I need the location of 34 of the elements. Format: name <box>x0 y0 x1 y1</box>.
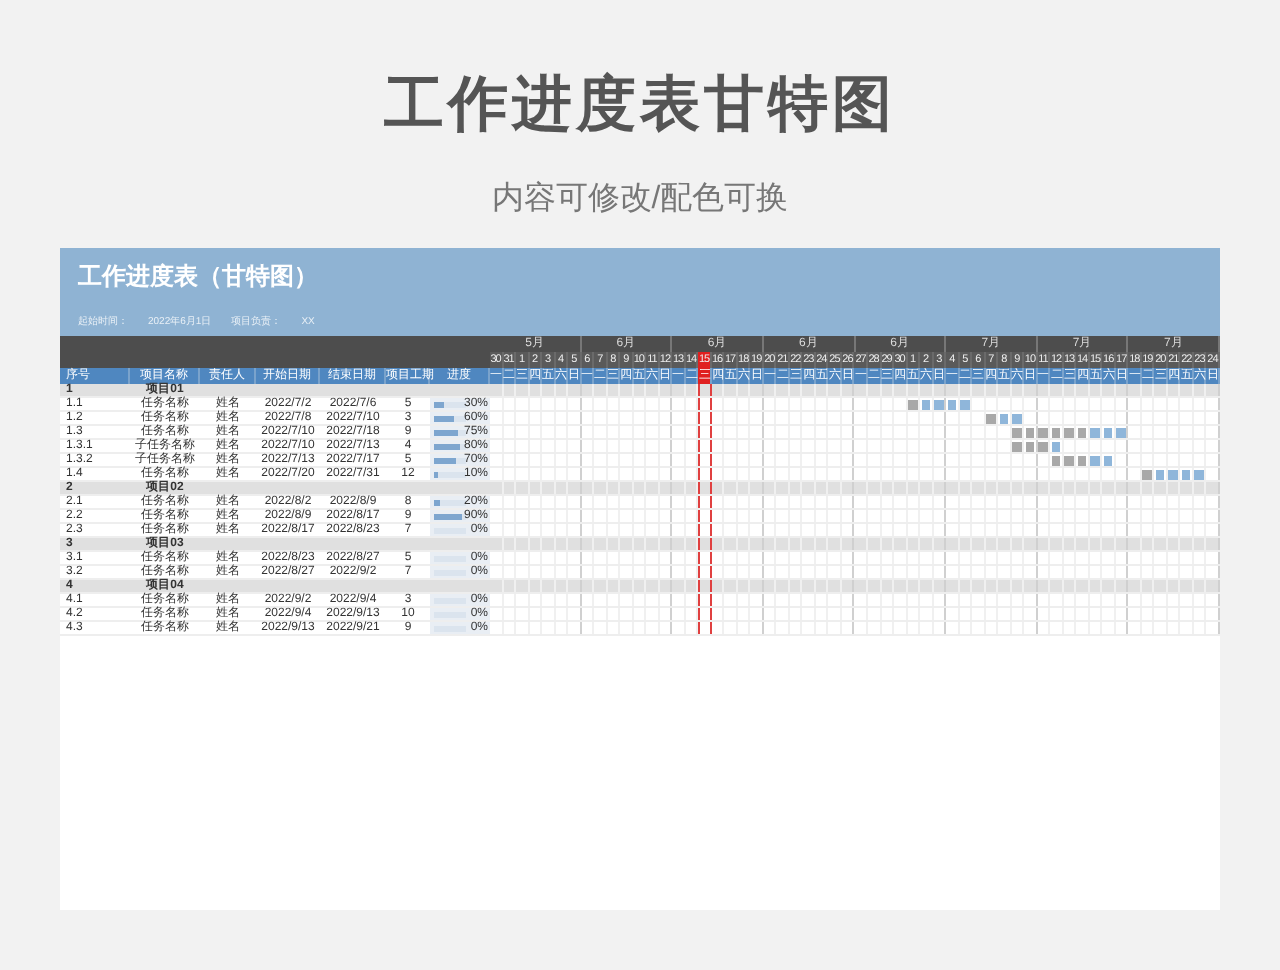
remaining-bar-cell <box>921 400 931 410</box>
remaining-bar-cell <box>1051 442 1061 452</box>
elapsed-bar-cell <box>1051 428 1061 438</box>
elapsed-bar-cell <box>986 414 996 424</box>
elapsed-bar-cell <box>1038 442 1048 452</box>
remaining-bar-cell <box>1155 470 1165 480</box>
elapsed-bar-cell <box>1025 428 1035 438</box>
elapsed-bar-cell <box>1012 428 1022 438</box>
remaining-bar-cell <box>934 400 944 410</box>
elapsed-bar-cell <box>1051 456 1061 466</box>
elapsed-bar-cell <box>1077 456 1087 466</box>
page-subtitle: 内容可修改/配色可换 <box>491 184 789 216</box>
remaining-bar-cell <box>960 400 970 410</box>
remaining-bar-cell <box>1103 456 1113 466</box>
remaining-bar-cell <box>1012 414 1022 424</box>
sheet-title: 工作进度表（甘特图） <box>78 264 320 288</box>
remaining-bar-cell <box>947 400 957 410</box>
elapsed-bar-cell <box>908 400 918 410</box>
elapsed-bar-cell <box>1077 428 1087 438</box>
remaining-bar-cell <box>1090 456 1100 466</box>
remaining-bar-cell <box>1116 428 1126 438</box>
elapsed-bar-cell <box>1012 442 1022 452</box>
elapsed-bar-cell <box>1025 442 1035 452</box>
remaining-bar-cell <box>1090 428 1100 438</box>
elapsed-bar-cell <box>1038 428 1048 438</box>
remaining-bar-cell <box>1194 470 1204 480</box>
remaining-bar-cell <box>1168 470 1178 480</box>
remaining-bar-cell <box>999 414 1009 424</box>
elapsed-bar-cell <box>1142 470 1152 480</box>
page-title: 工作进度表甘特图 <box>384 76 896 136</box>
remaining-bar-cell <box>1181 470 1191 480</box>
remaining-bar-cell <box>1103 428 1113 438</box>
elapsed-bar-cell <box>1064 456 1074 466</box>
elapsed-bar-cell <box>1064 428 1074 438</box>
